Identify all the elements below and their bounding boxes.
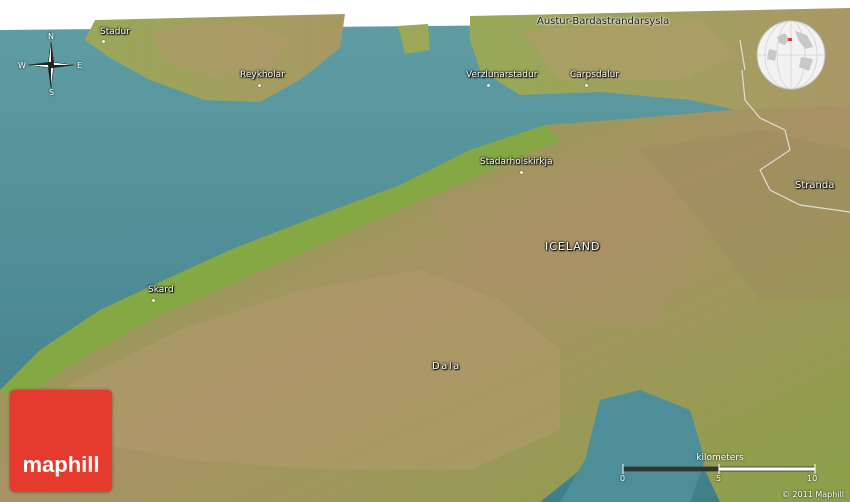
place-marker bbox=[585, 84, 588, 87]
globe-icon bbox=[756, 20, 826, 90]
compass-e: E bbox=[77, 61, 83, 70]
place-marker bbox=[152, 299, 155, 302]
copyright: © 2011 Maphill bbox=[781, 490, 844, 499]
place-iceland: ICELAND bbox=[545, 240, 601, 253]
locator-globe bbox=[755, 19, 827, 91]
compass-s: S bbox=[49, 88, 55, 97]
scale-bar-graphic bbox=[622, 464, 816, 474]
place-marker bbox=[102, 40, 105, 43]
place-marker bbox=[487, 84, 490, 87]
scale-tick-0: 0 bbox=[620, 474, 626, 483]
compass-n: N bbox=[48, 32, 54, 41]
place-stadarholskirkja: Stadarholskirkja bbox=[480, 157, 553, 167]
scale-bar: kilometers 0 5 10 bbox=[620, 453, 820, 483]
place-marker bbox=[258, 84, 261, 87]
place-verzlunarstadur: Verzlunarstadur bbox=[466, 70, 538, 80]
place-marker bbox=[520, 171, 523, 174]
place-stadur: Stadur bbox=[100, 27, 130, 37]
scale-tick-10: 10 bbox=[807, 474, 818, 483]
place-austur-bardastrandarsysla: Austur-Bardastrandarsysla bbox=[537, 16, 670, 27]
map-view[interactable]: Stadur Reykholar Austur-Bardastrandarsys… bbox=[0, 0, 850, 502]
place-carpsdalur: Carpsdalur bbox=[570, 70, 620, 80]
scale-tick-5: 5 bbox=[716, 474, 722, 483]
place-dala: Dala bbox=[432, 361, 461, 372]
place-stranda: Stranda bbox=[795, 180, 835, 191]
place-skard: Skard bbox=[148, 285, 174, 295]
compass-rose: N S E W bbox=[16, 32, 86, 98]
maphill-logo[interactable]: maphill bbox=[10, 390, 112, 492]
compass-w: W bbox=[18, 61, 26, 70]
logo-text: maphill bbox=[22, 452, 100, 477]
place-reykholar: Reykholar bbox=[240, 70, 285, 80]
scale-title: kilometers bbox=[696, 453, 744, 463]
terrain-layer bbox=[0, 0, 850, 502]
